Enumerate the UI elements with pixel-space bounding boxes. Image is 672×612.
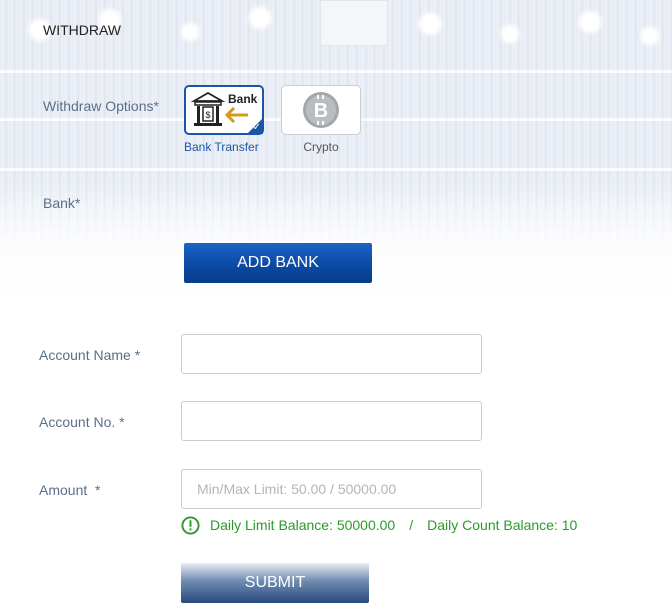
svg-text:B: B xyxy=(314,100,328,122)
limit-separator: / xyxy=(409,517,414,533)
stadium-band xyxy=(0,70,672,73)
svg-text:$: $ xyxy=(205,110,210,120)
stadium-band xyxy=(0,168,672,171)
bank-icon-text: Bank xyxy=(228,92,258,106)
bank-transfer-caption: Bank Transfer xyxy=(184,140,259,154)
daily-count-balance: Daily Count Balance: 10 xyxy=(427,517,578,533)
check-icon: ✓ xyxy=(252,122,261,133)
page-title: WITHDRAW xyxy=(43,22,122,38)
account-name-label: Account Name * xyxy=(39,347,141,363)
account-name-input[interactable] xyxy=(181,334,482,374)
alert-icon xyxy=(181,515,200,535)
amount-label: Amount * xyxy=(39,482,101,498)
bitcoin-icon: B xyxy=(303,92,339,128)
crypto-option[interactable]: B xyxy=(281,85,361,135)
withdraw-options-label: Withdraw Options* xyxy=(43,98,159,114)
account-no-input[interactable] xyxy=(181,401,482,441)
amount-input[interactable] xyxy=(181,469,482,509)
bank-transfer-option[interactable]: $ Bank ✓ xyxy=(184,85,264,135)
stadium-screen xyxy=(320,0,388,46)
submit-button[interactable]: SUBMIT xyxy=(181,563,369,603)
account-no-label: Account No. * xyxy=(39,414,125,430)
crypto-caption: Crypto xyxy=(303,140,339,154)
add-bank-button[interactable]: ADD BANK xyxy=(184,243,372,283)
limit-info: Daily Limit Balance: 50000.00 / Daily Co… xyxy=(181,515,577,535)
bank-label: Bank* xyxy=(43,195,81,211)
daily-limit-balance: Daily Limit Balance: 50000.00 xyxy=(210,517,396,533)
